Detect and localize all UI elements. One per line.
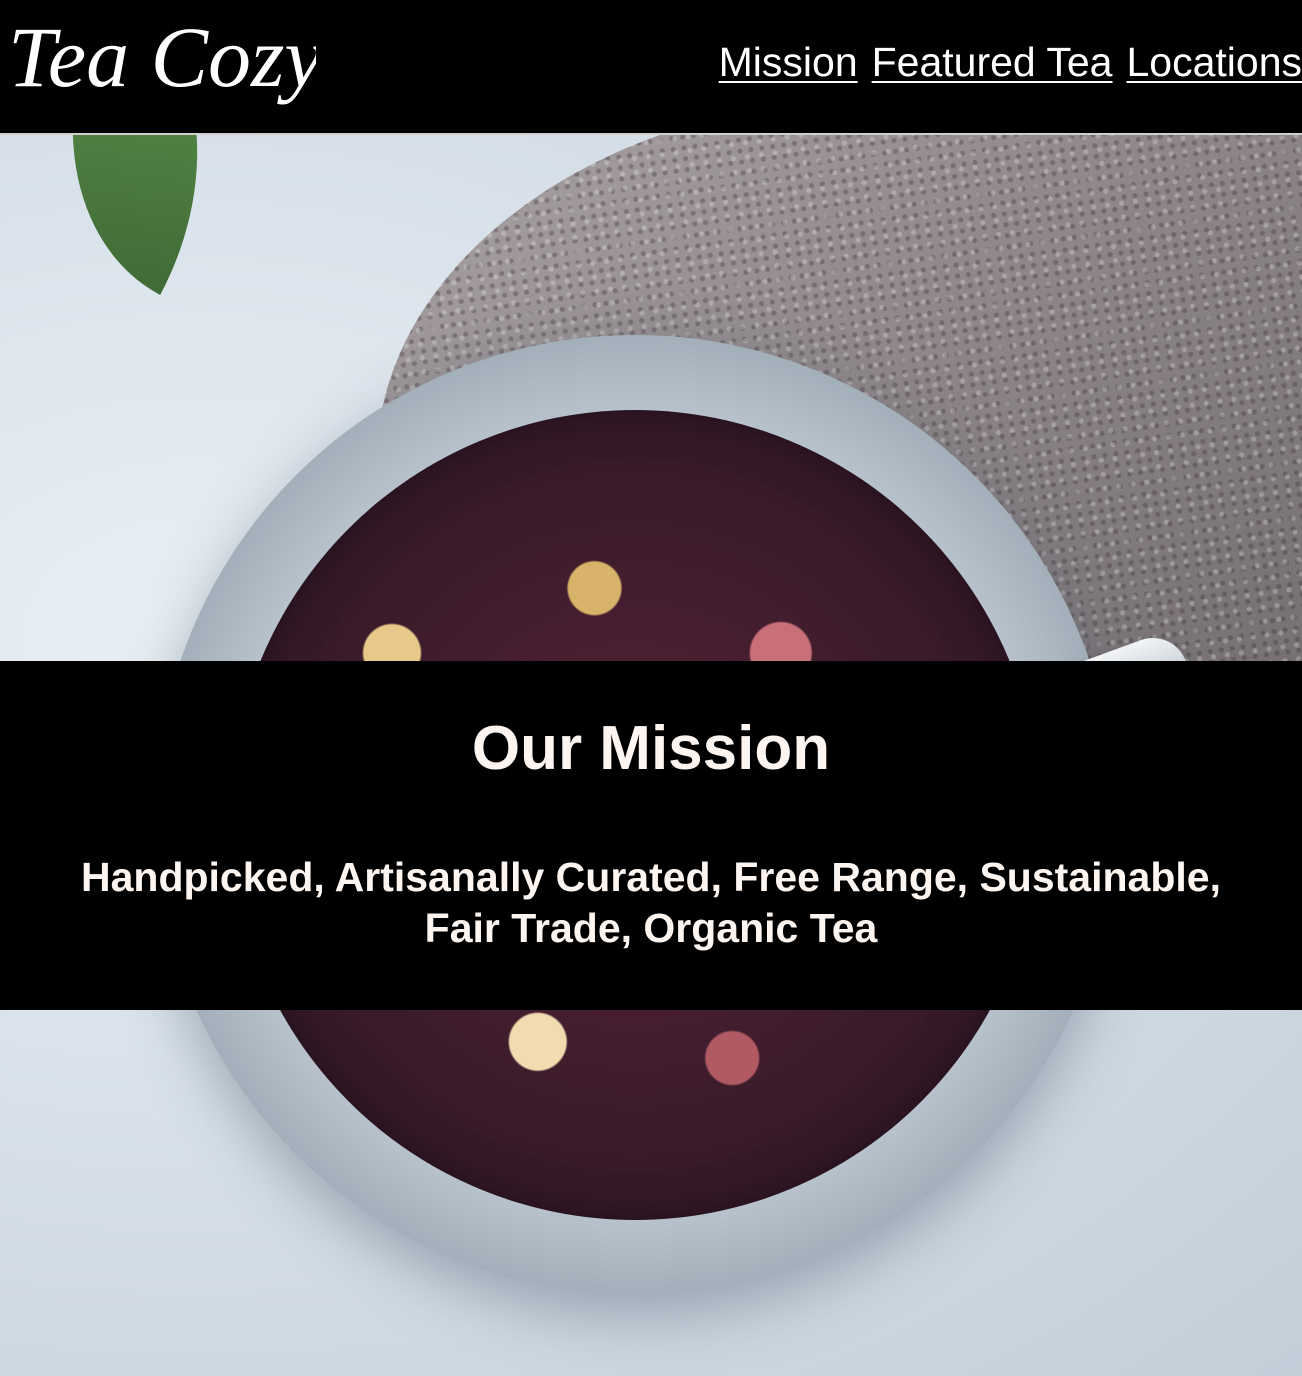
page: Tea Cozy Mission Featured Tea Locations …	[0, 0, 1302, 1376]
main-nav: Mission Featured Tea Locations	[719, 42, 1302, 83]
nav-link-mission[interactable]: Mission	[719, 42, 858, 83]
nav-link-locations[interactable]: Locations	[1126, 42, 1302, 83]
nav-link-featured-tea[interactable]: Featured Tea	[872, 42, 1113, 83]
hero-leaf	[0, 135, 278, 295]
mission-statement-line-2: Fair Trade, Organic Tea	[424, 905, 878, 951]
mission-statement: Handpicked, Artisanally Curated, Free Ra…	[0, 852, 1302, 954]
tea-cozy-logo[interactable]: Tea Cozy	[6, 4, 316, 116]
logo-text: Tea Cozy	[8, 9, 316, 105]
site-header: Tea Cozy Mission Featured Tea Locations	[0, 0, 1302, 135]
mission-statement-line-1: Handpicked, Artisanally Curated, Free Ra…	[81, 854, 1221, 900]
mission-title: Our Mission	[471, 714, 831, 783]
